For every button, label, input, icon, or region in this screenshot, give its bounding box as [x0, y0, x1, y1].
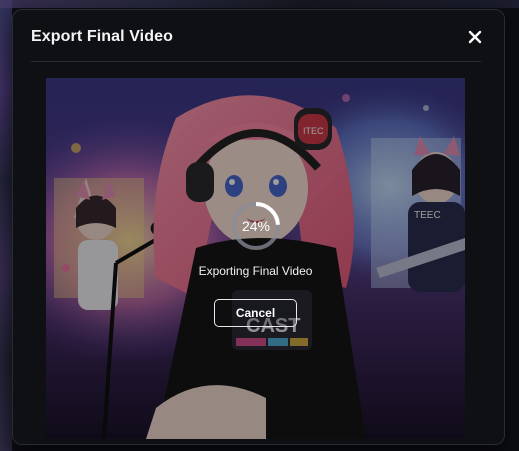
export-progress-ring: 24%: [230, 200, 282, 252]
header-divider: [31, 61, 481, 62]
background-image-top: [0, 0, 519, 8]
export-modal: Export Final Video TEEC ITEC CAST 24% Ex…: [12, 9, 505, 445]
close-button[interactable]: [463, 25, 487, 49]
cancel-button[interactable]: Cancel: [214, 299, 297, 327]
export-status-text: Exporting Final Video: [198, 264, 313, 278]
preview-dim-overlay: [46, 78, 465, 439]
video-preview: TEEC ITEC CAST 24% Exporting Final Video…: [46, 78, 465, 439]
background-image-strip: [0, 0, 12, 451]
modal-title: Export Final Video: [31, 28, 173, 45]
close-icon: [468, 30, 482, 44]
progress-percent: 24%: [241, 218, 271, 234]
